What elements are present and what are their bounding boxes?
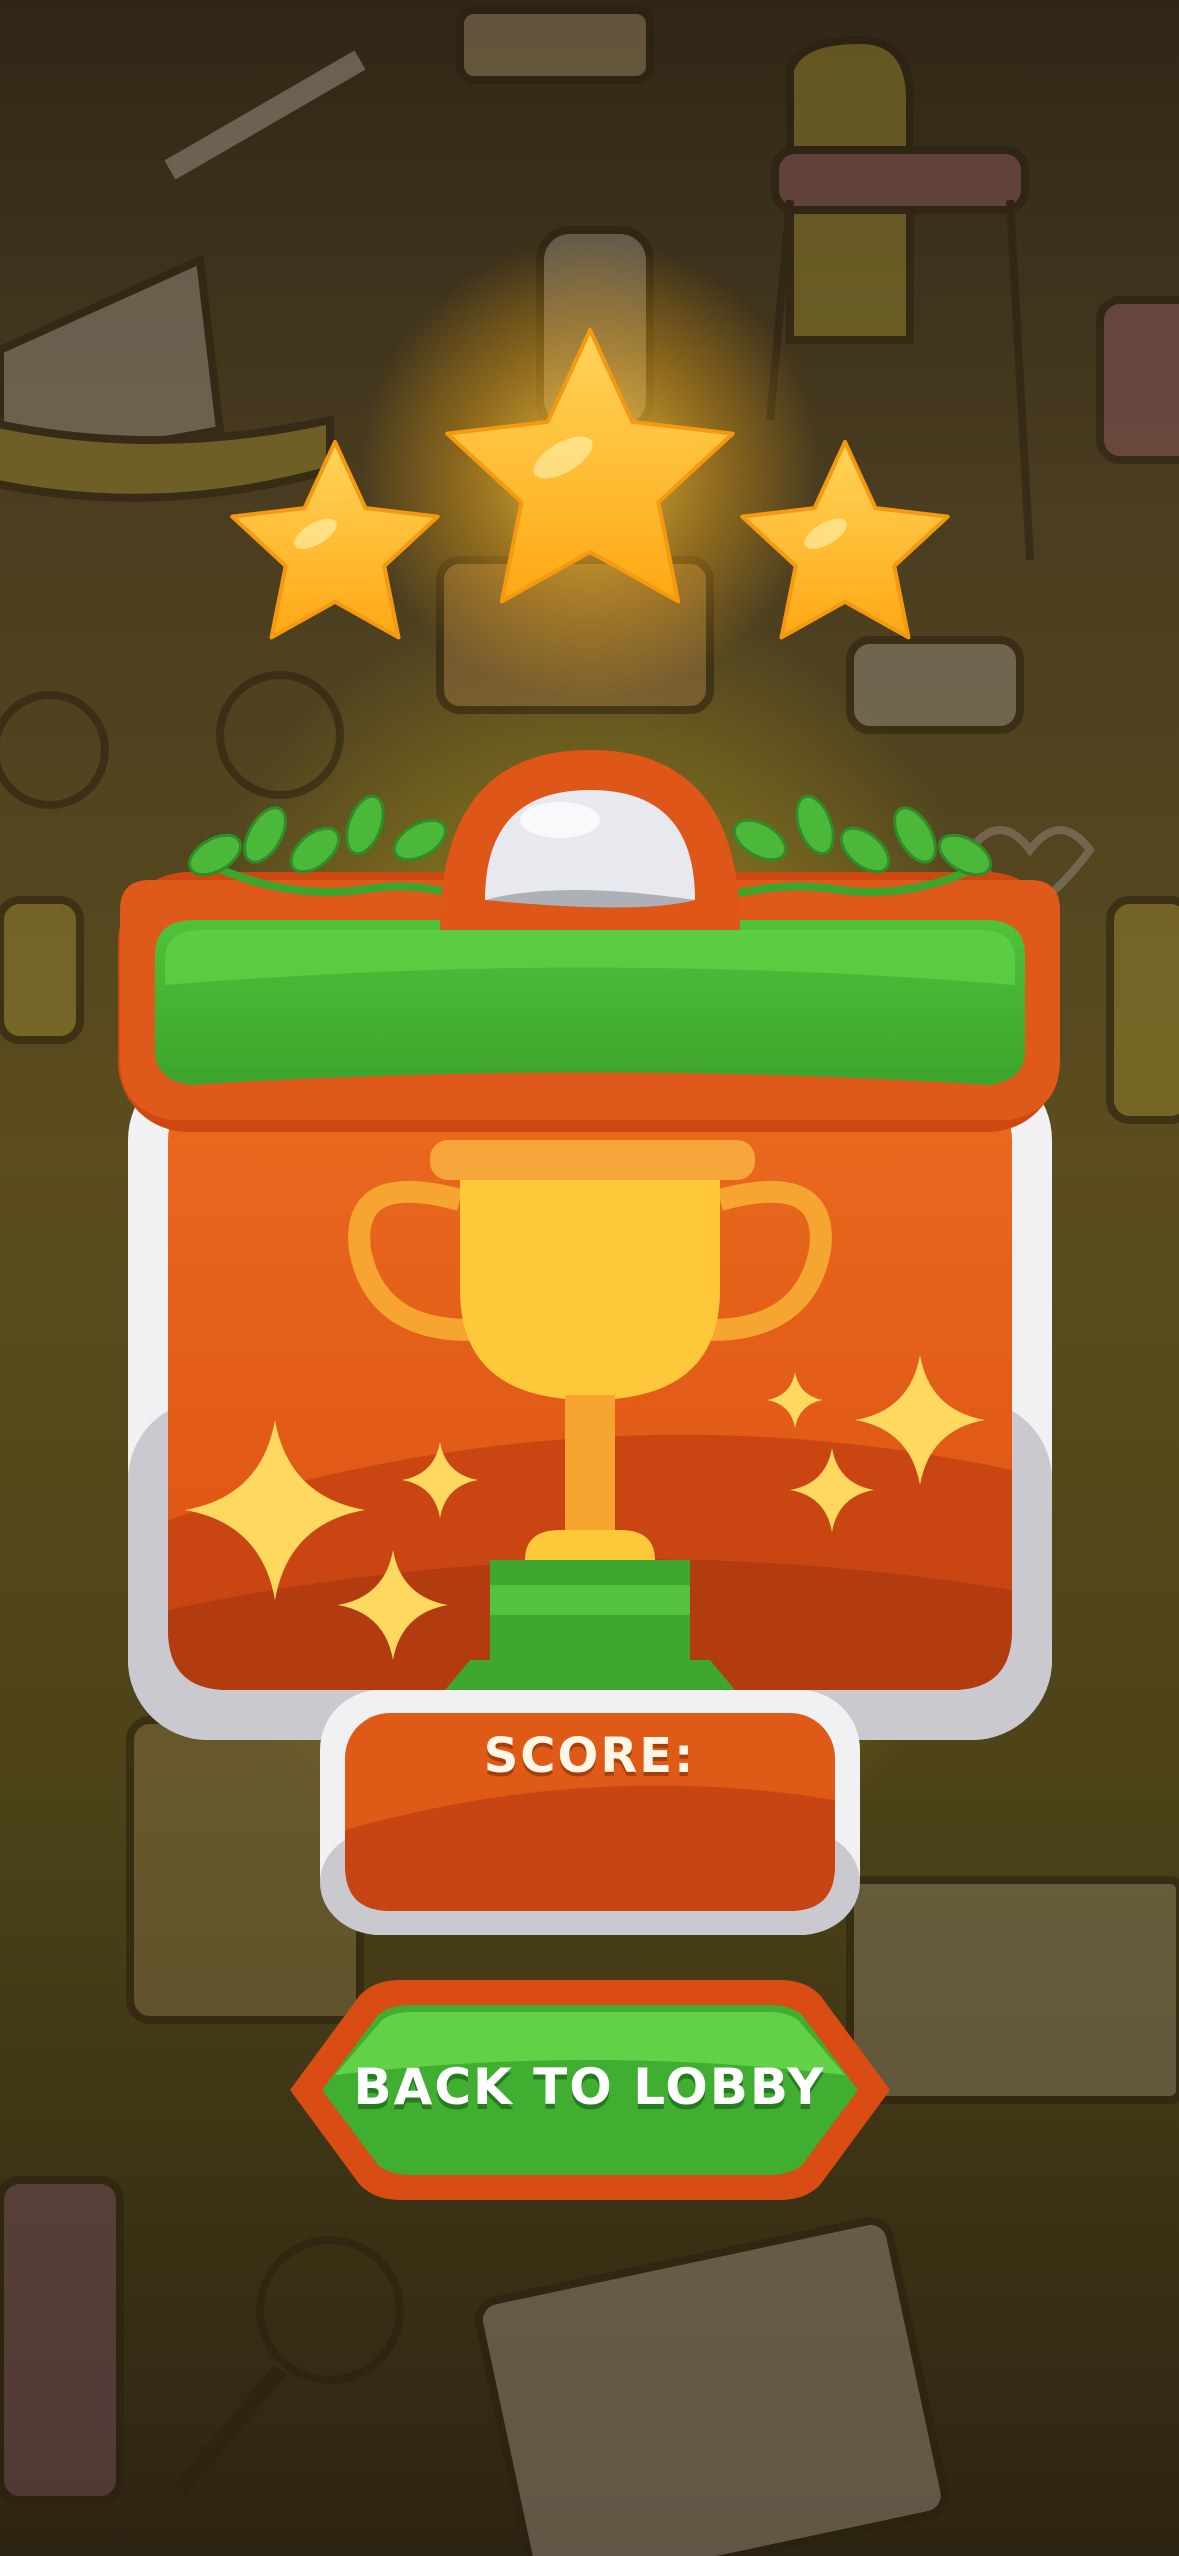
back-to-lobby-button[interactable] (290, 1980, 890, 2200)
score-label: SCORE: (483, 1728, 696, 1784)
